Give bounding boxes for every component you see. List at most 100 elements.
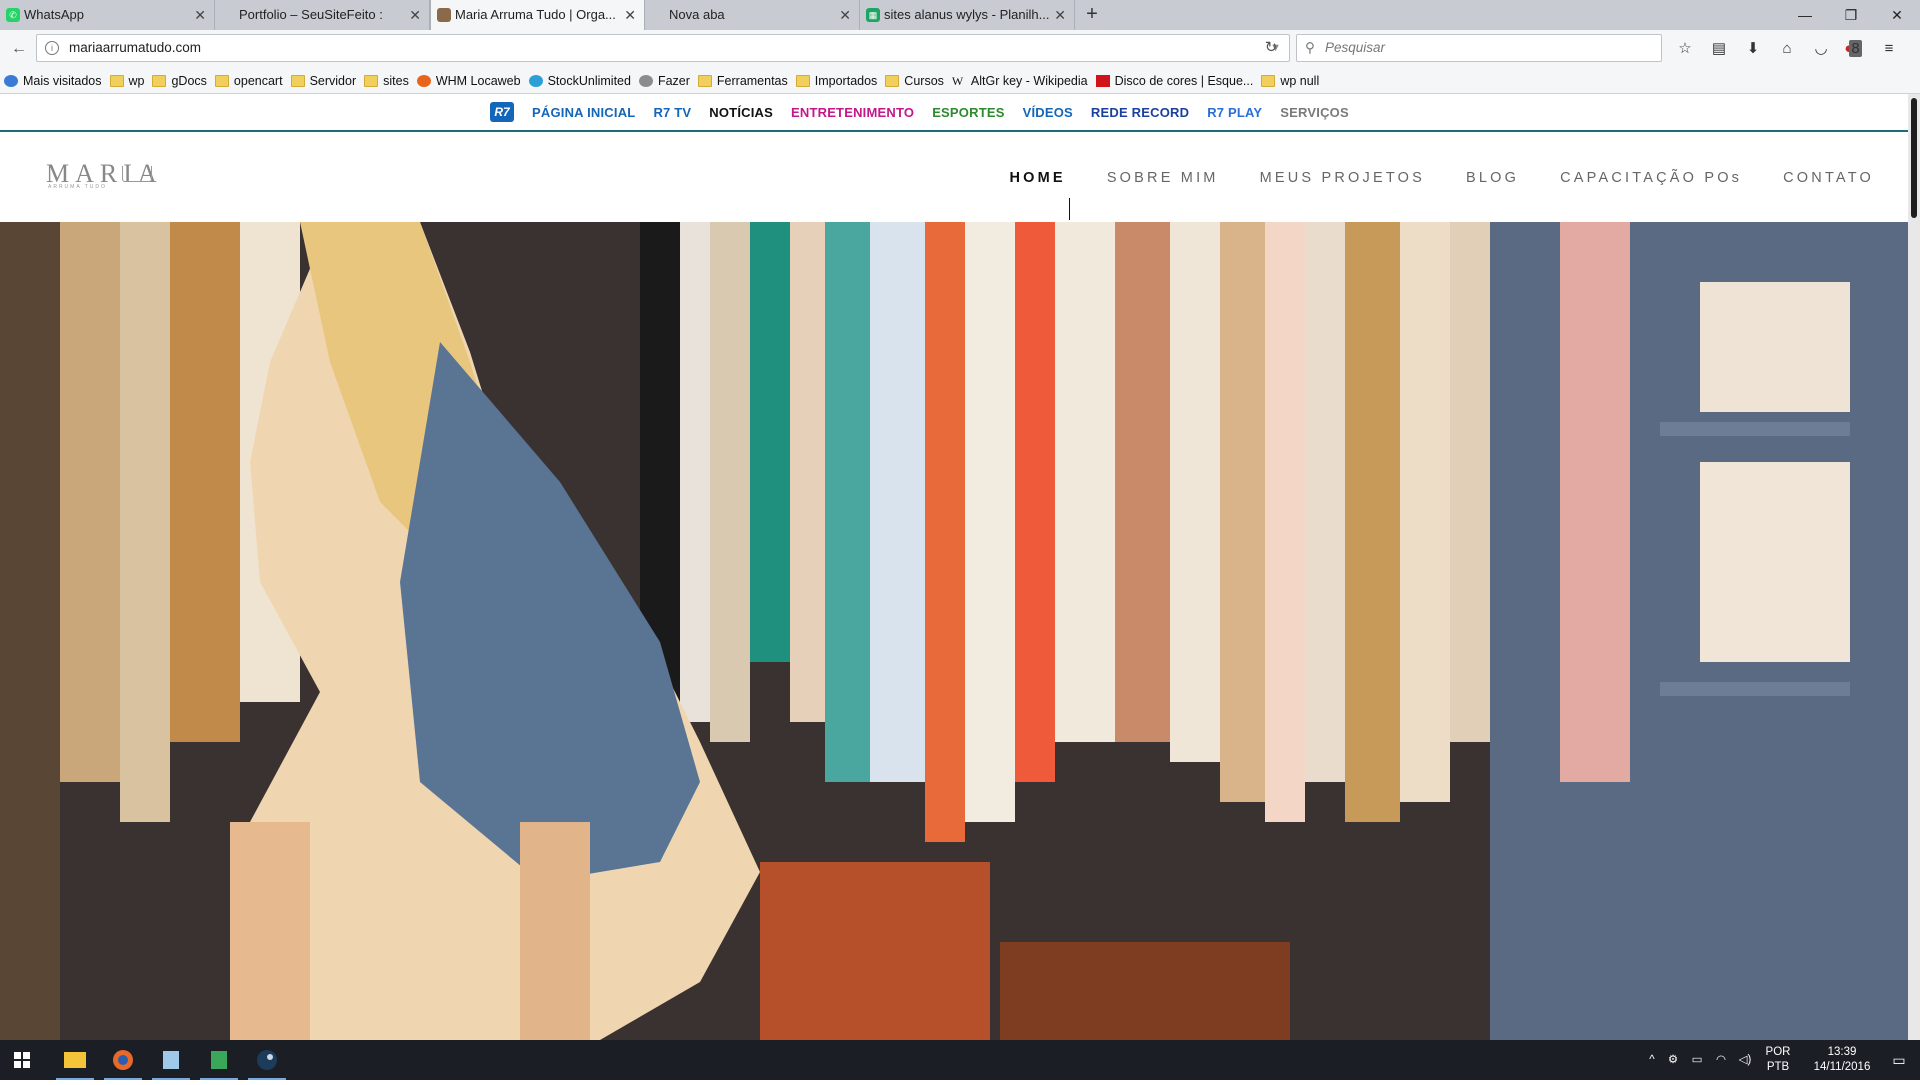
- bookmark-cursos[interactable]: Cursos: [885, 74, 944, 88]
- wifi-icon[interactable]: ◠: [1712, 1040, 1730, 1080]
- back-arrow-icon[interactable]: ←: [4, 34, 34, 64]
- reading-list-icon[interactable]: ▤: [1702, 36, 1736, 62]
- bookmark-whm-locaweb[interactable]: WHM Locaweb: [416, 74, 521, 88]
- logo-subtext: ARRUMA TUDO: [48, 184, 107, 190]
- tab-title: Portfolio – SeuSiteFeito :: [239, 7, 383, 22]
- tab-portfolio[interactable]: Portfolio – SeuSiteFeito : ✕: [215, 0, 430, 30]
- home-icon[interactable]: ⌂: [1770, 36, 1804, 62]
- site-header: MARIA ARRUMA TUDO HOME SOBRE MIM MEUS PR…: [0, 132, 1920, 222]
- pocket-icon[interactable]: ◡: [1804, 36, 1838, 62]
- folder-icon: [109, 74, 124, 87]
- download-icon[interactable]: ⬇: [1736, 36, 1770, 62]
- folder-icon: [214, 74, 229, 87]
- close-icon[interactable]: ✕: [409, 0, 421, 30]
- star-icon[interactable]: ☆: [1668, 36, 1702, 62]
- bookmark-sites[interactable]: sites: [364, 74, 409, 88]
- tab-maria-arruma-tudo[interactable]: Maria Arruma Tudo | Orga... ✕: [430, 0, 645, 30]
- bookmark-gdocs[interactable]: gDocs: [152, 74, 207, 88]
- close-icon[interactable]: ✕: [839, 0, 851, 30]
- search-input[interactable]: ⚲ Pesquisar: [1296, 34, 1662, 62]
- url-text: mariaarrumatudo.com: [69, 40, 202, 55]
- clock-date: 14/11/2016: [1813, 1061, 1871, 1073]
- tab-nova-aba[interactable]: Nova aba ✕: [645, 0, 860, 30]
- r7-esportes[interactable]: ESPORTES: [932, 105, 1004, 120]
- r7-videos[interactable]: VÍDEOS: [1023, 105, 1073, 120]
- globe-icon: [638, 74, 653, 87]
- tab-whatsapp[interactable]: ✆ WhatsApp ✕: [0, 0, 215, 30]
- new-tab-button[interactable]: +: [1075, 0, 1109, 30]
- menu-icon[interactable]: ≡: [1872, 36, 1906, 62]
- bookmark-altgr-wikipedia[interactable]: W AltGr key - Wikipedia: [952, 74, 1088, 88]
- volume-icon[interactable]: ◁): [1736, 1040, 1754, 1080]
- language-bottom: PTB: [1766, 1061, 1790, 1073]
- bookmark-label: AltGr key - Wikipedia: [970, 73, 1088, 88]
- file-explorer-button[interactable]: [52, 1040, 98, 1080]
- restore-icon[interactable]: ❐: [1828, 0, 1874, 30]
- navigation-toolbar: ← i mariaarrumatudo.com ▼ ↻ ⚲ Pesquisar …: [0, 30, 1920, 68]
- chevron-up-icon[interactable]: ^: [1644, 1040, 1660, 1080]
- page-scrollbar[interactable]: [1908, 94, 1920, 1040]
- close-icon[interactable]: ✕: [1054, 0, 1066, 30]
- r7-pagina-inicial[interactable]: PÁGINA INICIAL: [532, 105, 635, 120]
- bookmark-wp[interactable]: wp: [109, 73, 145, 88]
- firefox-button[interactable]: [100, 1040, 146, 1080]
- bookmark-servidor[interactable]: Servidor: [290, 74, 356, 88]
- r7-servicos[interactable]: SERVIÇOS: [1280, 105, 1349, 120]
- start-button[interactable]: [0, 1040, 46, 1080]
- tab-sheets[interactable]: ▦ sites alanus wylys - Planilh... ✕: [860, 0, 1075, 30]
- whatsapp-icon: ✆: [6, 8, 20, 22]
- gear-icon: [4, 74, 18, 87]
- folder-icon: [64, 1052, 86, 1068]
- bookmark-mais-visitados[interactable]: Mais visitados: [4, 74, 102, 88]
- r7-noticias[interactable]: NOTÍCIAS: [709, 105, 773, 120]
- notifications-icon[interactable]: ▭: [1884, 1040, 1914, 1080]
- search-placeholder: Pesquisar: [1325, 40, 1386, 55]
- minimize-icon[interactable]: —: [1782, 0, 1828, 30]
- hero-image: [0, 222, 1908, 1040]
- nav-sobre-mim[interactable]: SOBRE MIM: [1107, 170, 1219, 186]
- editor-button[interactable]: [148, 1040, 194, 1080]
- bookmark-label: wp: [128, 73, 145, 88]
- sheets-app-button[interactable]: [196, 1040, 242, 1080]
- battery-icon[interactable]: ▭: [1688, 1040, 1706, 1080]
- close-icon[interactable]: ✕: [194, 0, 206, 30]
- r7-tv[interactable]: R7 TV: [653, 105, 691, 120]
- r7-entretenimento[interactable]: ENTRETENIMENTO: [791, 105, 914, 120]
- firefox-icon: [113, 1050, 133, 1070]
- nav-blog[interactable]: BLOG: [1466, 170, 1519, 186]
- close-icon[interactable]: ✕: [624, 0, 636, 30]
- bookmark-disco-de-cores[interactable]: Disco de cores | Esque...: [1095, 74, 1253, 88]
- r7-rede-record[interactable]: REDE RECORD: [1091, 105, 1189, 120]
- link-icon: [528, 74, 543, 87]
- bookmark-fazer[interactable]: Fazer: [638, 74, 690, 88]
- close-window-icon[interactable]: ✕: [1874, 0, 1920, 30]
- folder-icon: [885, 74, 900, 87]
- adobe-icon: [1095, 74, 1110, 87]
- folder-icon: [364, 74, 379, 87]
- bookmark-wp-null[interactable]: wp null: [1261, 74, 1319, 88]
- gear-icon[interactable]: ⚙: [1664, 1040, 1682, 1080]
- language-indicator[interactable]: POR PTB: [1760, 1040, 1796, 1080]
- r7-play[interactable]: R7 PLAY: [1207, 105, 1262, 120]
- clock[interactable]: 13:39 14/11/2016: [1804, 1040, 1880, 1080]
- folder-icon: [1261, 74, 1276, 87]
- bookmark-importados[interactable]: Importados: [795, 74, 877, 88]
- bookmark-stockunlimited[interactable]: StockUnlimited: [528, 74, 631, 88]
- r7-logo[interactable]: R7: [490, 102, 514, 122]
- folder-icon: [290, 74, 305, 87]
- nav-home[interactable]: HOME: [1010, 170, 1066, 186]
- nav-capacitacao[interactable]: CAPACITAÇÃO POs: [1560, 170, 1742, 186]
- nav-contato[interactable]: CONTATO: [1783, 170, 1874, 186]
- url-bar[interactable]: i mariaarrumatudo.com ▼: [36, 34, 1290, 62]
- site-logo[interactable]: MARIA ARRUMA TUDO: [46, 161, 157, 191]
- reload-icon[interactable]: ↻: [1258, 38, 1284, 58]
- steam-button[interactable]: [244, 1040, 290, 1080]
- bookmark-ferramentas[interactable]: Ferramentas: [697, 74, 788, 88]
- scrollbar-thumb[interactable]: [1911, 98, 1917, 218]
- extension-icon[interactable]: ●8: [1838, 36, 1872, 62]
- nav-meus-projetos[interactable]: MEUS PROJETOS: [1260, 170, 1425, 186]
- info-icon[interactable]: i: [45, 41, 59, 55]
- bookmark-opencart[interactable]: opencart: [214, 74, 283, 88]
- cpanel-icon: [416, 74, 431, 87]
- search-icon: ⚲: [1305, 40, 1315, 55]
